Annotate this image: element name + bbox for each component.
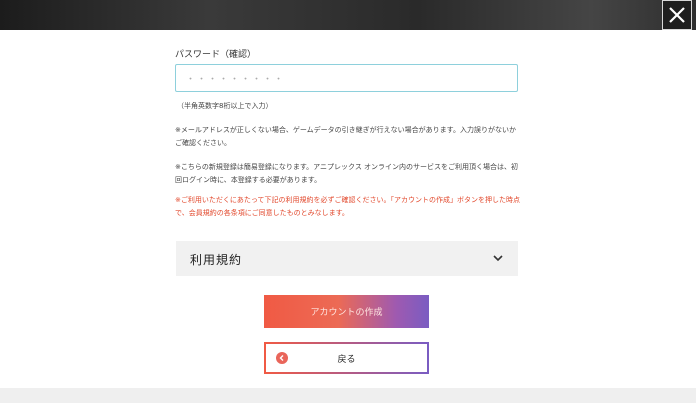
close-icon <box>669 7 685 23</box>
email-warning-note: ※メールアドレスが正しくない場合、ゲームデータの引き継ぎが行えない場合があります… <box>175 126 516 147</box>
simple-registration-note: ※こちらの新規登録は簡易登録になります。アニプレックス オンライン内のサービスを… <box>175 163 519 184</box>
password-confirm-input[interactable] <box>175 64 518 92</box>
back-button[interactable]: 戻る <box>264 342 429 374</box>
chevron-down-icon <box>493 255 503 262</box>
password-hint: （半角英数字8桁以上で入力） <box>177 102 273 110</box>
terms-accordion[interactable]: 利用規約 <box>176 241 518 276</box>
terms-label: 利用規約 <box>190 253 243 267</box>
create-account-button[interactable]: アカウントの作成 <box>264 295 429 328</box>
back-label: 戻る <box>337 355 356 365</box>
top-bar <box>0 0 696 30</box>
password-confirm-label: パスワード（確認） <box>175 50 257 60</box>
bottom-strip <box>0 388 696 403</box>
close-button[interactable] <box>662 0 692 30</box>
terms-agreement-note: ※ご利用いただくにあたって下記の利用規約を必ずご確認ください。「アカウントの作成… <box>175 196 521 217</box>
